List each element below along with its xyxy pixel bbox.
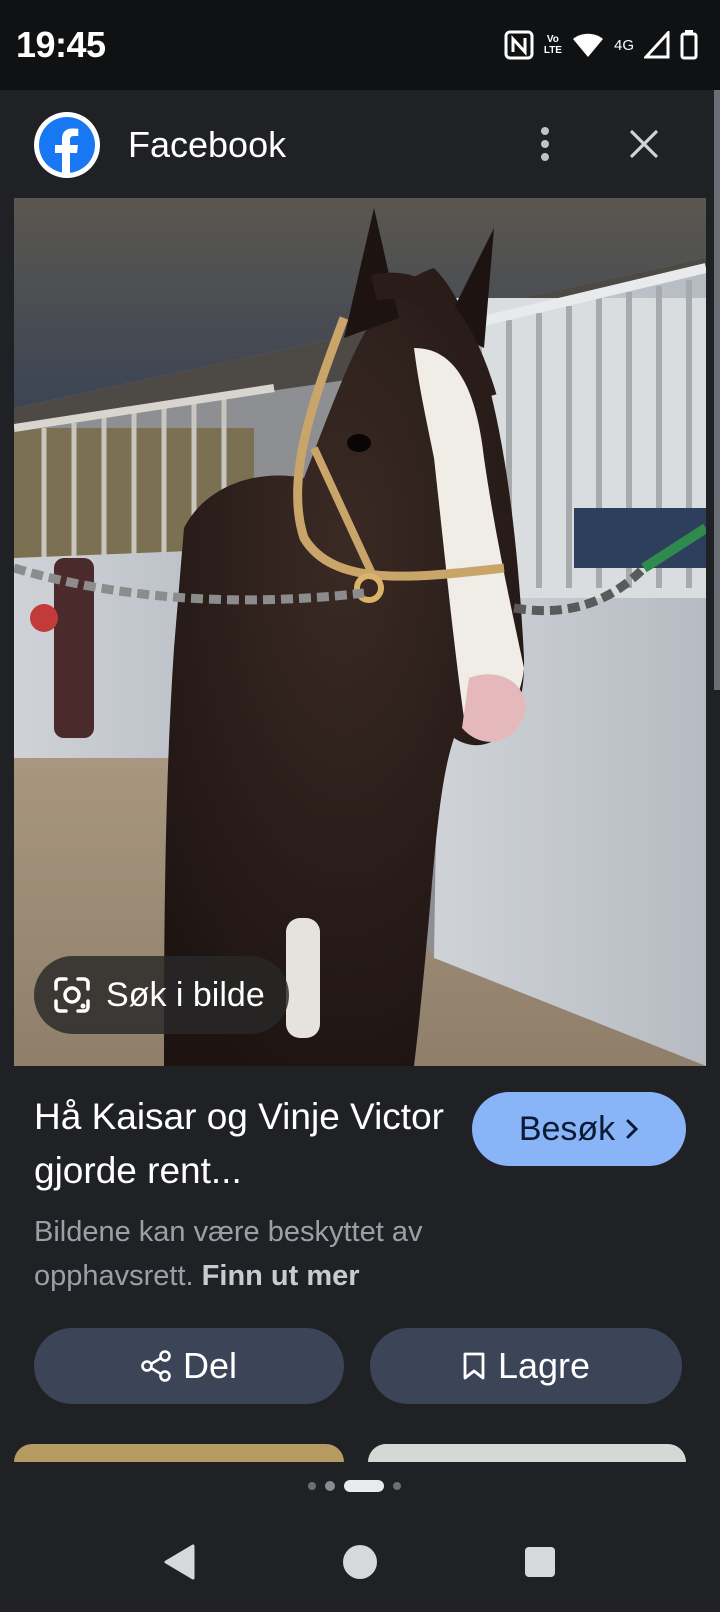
home-circle-icon bbox=[343, 1545, 377, 1579]
visit-button[interactable]: Besøk bbox=[472, 1092, 686, 1166]
back-button[interactable] bbox=[160, 1542, 200, 1582]
recents-square-icon bbox=[525, 1547, 555, 1577]
signal-icon bbox=[644, 31, 670, 59]
page-dot bbox=[393, 1482, 401, 1490]
facebook-logo-icon bbox=[34, 112, 100, 178]
page-dot-active bbox=[344, 1480, 384, 1492]
wifi-icon bbox=[572, 32, 604, 58]
system-nav-bar bbox=[0, 1510, 720, 1612]
result-title[interactable]: Hå Kaisar og Vinje Victor gjorde rent... bbox=[34, 1090, 444, 1198]
bookmark-icon bbox=[463, 1352, 485, 1380]
status-bar: 19:45 Vo LTE 4G bbox=[0, 0, 720, 90]
source-title: Facebook bbox=[128, 124, 287, 165]
status-icons: Vo LTE 4G bbox=[504, 28, 698, 62]
close-icon bbox=[630, 130, 658, 158]
status-time: 19:45 bbox=[16, 24, 106, 65]
volte-icon: Vo LTE bbox=[543, 34, 562, 56]
learn-more-link[interactable]: Finn ut mer bbox=[202, 1260, 360, 1292]
share-icon bbox=[141, 1350, 171, 1382]
page-dot bbox=[325, 1481, 335, 1491]
related-image-thumb[interactable] bbox=[368, 1444, 686, 1462]
search-in-image-button[interactable]: Søk i bilde bbox=[34, 956, 289, 1034]
page-dot bbox=[308, 1482, 316, 1490]
back-triangle-icon bbox=[164, 1544, 195, 1580]
more-options-button[interactable] bbox=[525, 120, 565, 168]
page-indicator bbox=[308, 1480, 401, 1492]
close-button[interactable] bbox=[620, 120, 668, 168]
more-vertical-icon bbox=[541, 127, 549, 161]
related-image-thumb[interactable] bbox=[14, 1444, 344, 1462]
share-button[interactable]: Del bbox=[34, 1328, 344, 1404]
chevron-right-icon bbox=[626, 1119, 639, 1139]
nfc-icon bbox=[504, 30, 534, 60]
visit-label: Besøk bbox=[518, 1109, 616, 1148]
save-label: Lagre bbox=[497, 1345, 591, 1386]
search-in-image-label: Søk i bilde bbox=[106, 975, 265, 1014]
battery-icon bbox=[680, 30, 698, 60]
network-label: 4G bbox=[613, 36, 634, 54]
save-button[interactable]: Lagre bbox=[370, 1328, 682, 1404]
result-image[interactable] bbox=[14, 198, 706, 1066]
google-lens-icon bbox=[54, 977, 90, 1013]
copyright-notice: Bildene kan være beskyttet av opphavsret… bbox=[34, 1210, 494, 1298]
scrollbar-thumb[interactable] bbox=[714, 90, 720, 690]
share-label: Del bbox=[182, 1345, 238, 1386]
source-header: Facebook bbox=[0, 90, 720, 198]
home-button[interactable] bbox=[340, 1542, 380, 1582]
recents-button[interactable] bbox=[520, 1542, 560, 1582]
related-images-strip bbox=[0, 1444, 720, 1462]
